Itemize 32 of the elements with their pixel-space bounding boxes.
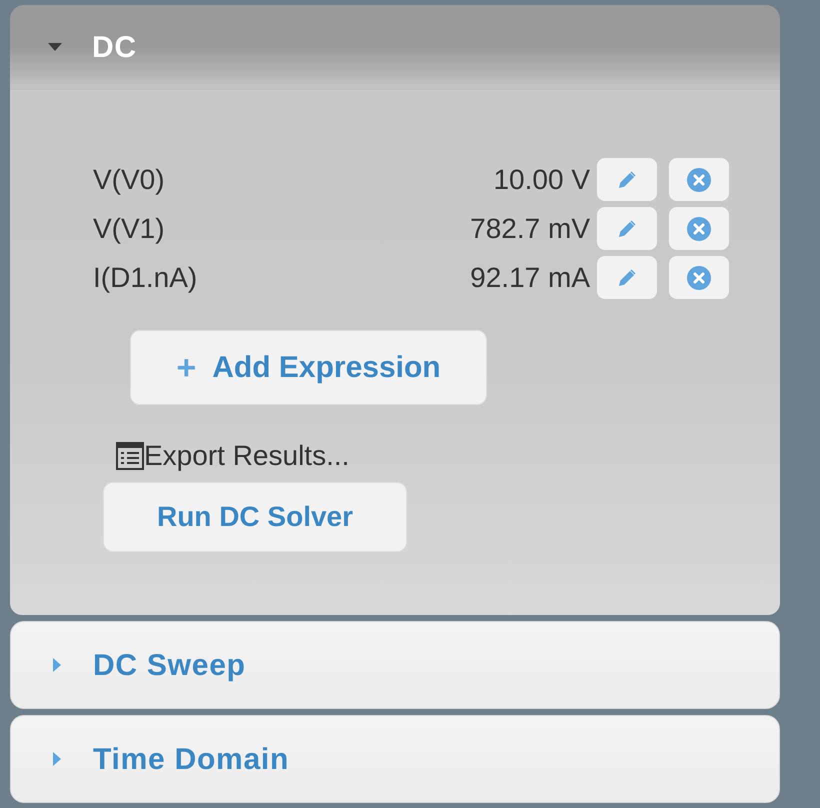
pencil-icon — [618, 170, 636, 188]
section-header[interactable]: Time Domain — [10, 715, 780, 803]
export-results-link[interactable]: Export Results... — [144, 435, 350, 477]
run-dc-solver-button[interactable]: Run DC Solver — [103, 482, 407, 552]
expression-name: V(V1) — [93, 212, 166, 246]
remove-button[interactable] — [669, 207, 729, 250]
section-header[interactable]: DC Sweep — [10, 621, 780, 709]
list-icon — [116, 442, 144, 470]
section-title: DC — [92, 30, 137, 66]
section-title: Time Domain — [93, 742, 290, 778]
remove-button[interactable] — [669, 158, 729, 201]
caret-down-icon — [48, 43, 62, 51]
section-title: DC Sweep — [93, 648, 246, 684]
edit-button[interactable] — [597, 158, 657, 201]
close-circle-icon — [687, 216, 711, 240]
plus-icon: + — [176, 350, 196, 384]
pencil-icon — [618, 268, 636, 286]
expression-value: 782.7 mV — [469, 212, 590, 246]
edit-button[interactable] — [597, 256, 657, 299]
expression-value: 10.00 V — [492, 162, 590, 196]
expression-name: V(V0) — [93, 162, 166, 197]
add-expression-button[interactable]: + Add Expression — [130, 330, 487, 405]
pencil-icon — [618, 220, 636, 238]
expression-value: 92.17 mA — [469, 260, 590, 294]
expression-name: I(D1.nA) — [93, 260, 198, 295]
edit-button[interactable] — [597, 207, 657, 250]
caret-right-icon — [53, 658, 61, 672]
remove-button[interactable] — [669, 256, 729, 299]
section-header[interactable]: DC — [10, 5, 780, 90]
close-circle-icon — [687, 266, 711, 290]
caret-right-icon — [53, 752, 61, 766]
close-circle-icon — [687, 168, 711, 192]
